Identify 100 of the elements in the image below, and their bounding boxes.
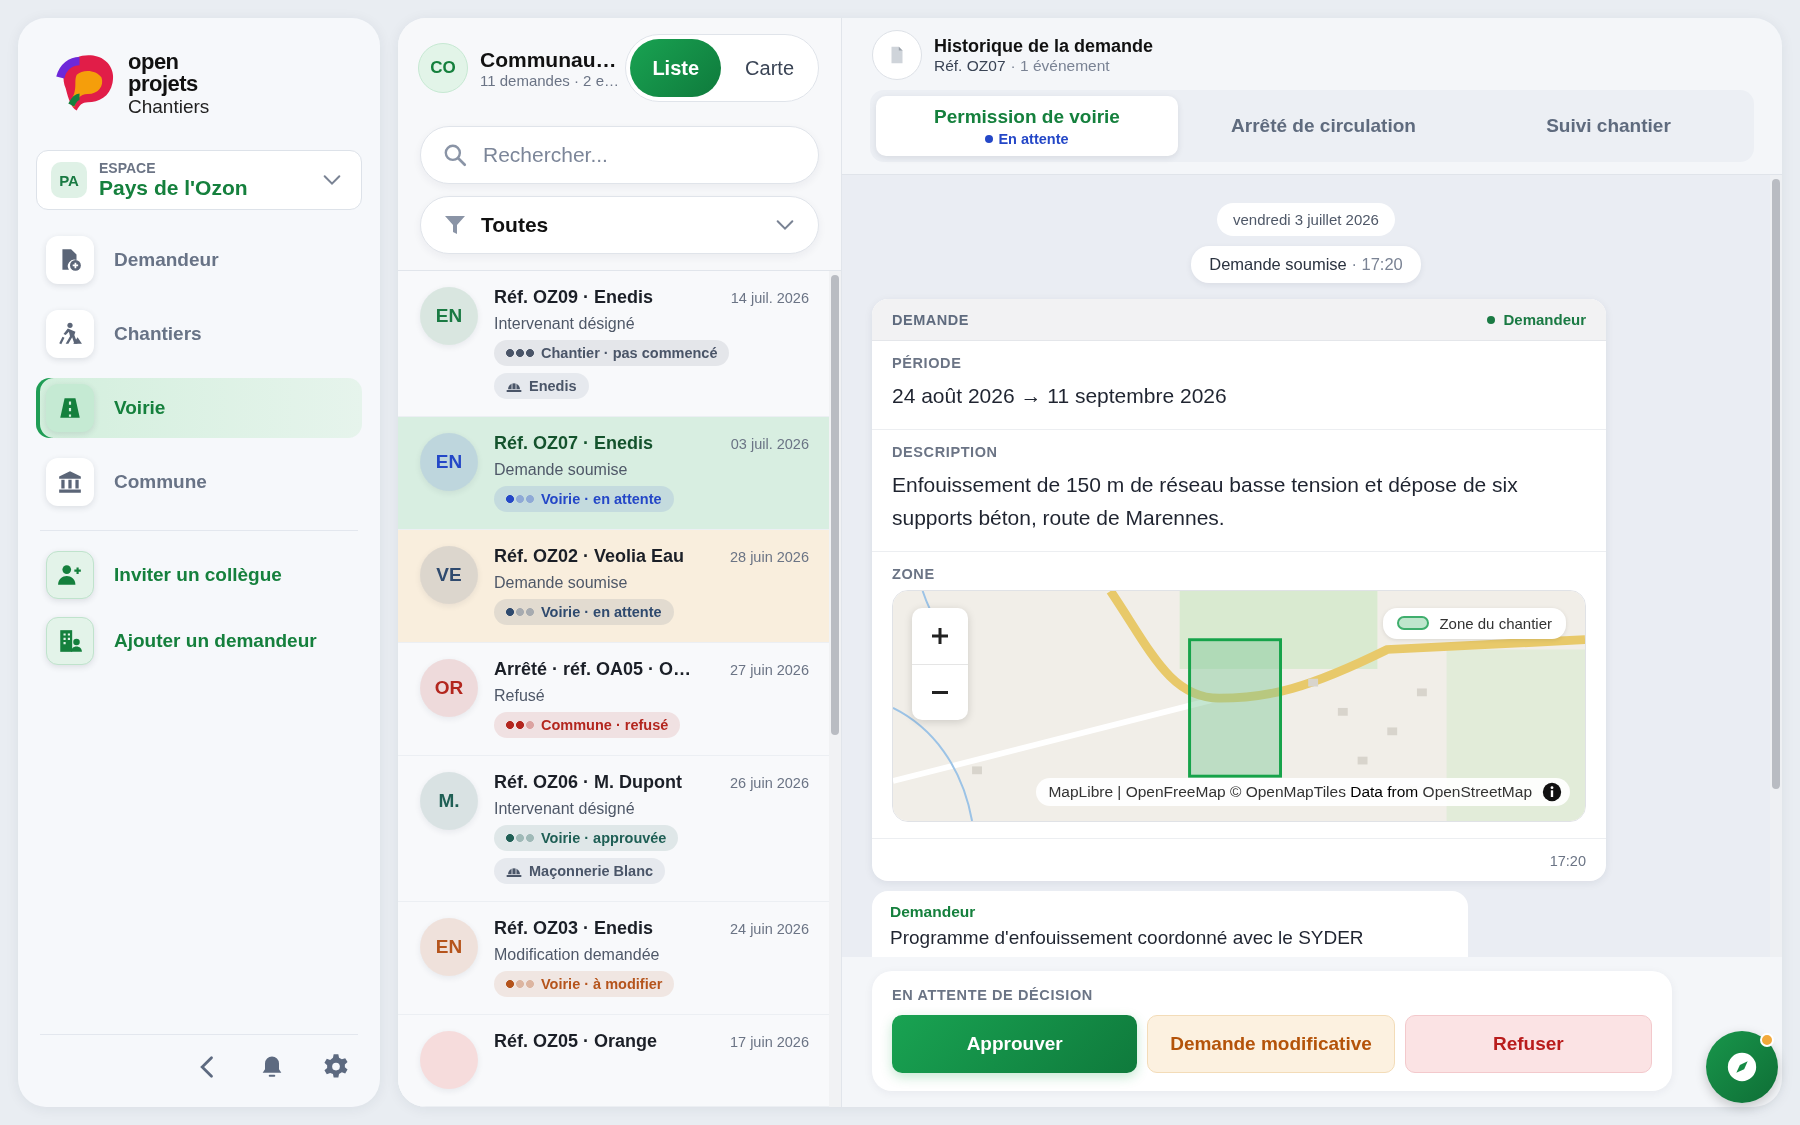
legend-label: Zone du chantier xyxy=(1439,614,1552,632)
request-date: 28 juin 2026 xyxy=(730,549,809,565)
tag-label: Maçonnerie Blanc xyxy=(529,863,654,879)
view-tab[interactable]: Carte xyxy=(725,39,814,97)
field-label: ZONE xyxy=(892,565,936,582)
request-reference: Réf. OZ07 xyxy=(934,56,1006,75)
request-date: 17 juin 2026 xyxy=(730,1034,809,1050)
view-tab[interactable]: Liste xyxy=(630,39,722,97)
minus-icon xyxy=(931,690,949,694)
scrollbar-thumb[interactable] xyxy=(831,275,839,735)
logo-text: open xyxy=(128,50,179,73)
request-title: Arrêté · réf. OA05 · O… xyxy=(494,659,692,680)
approve-button[interactable]: Approuver xyxy=(892,1015,1138,1073)
tag-label: Enedis xyxy=(529,378,577,394)
nav-item[interactable]: Chantiers xyxy=(36,304,362,364)
request-date: 24 juin 2026 xyxy=(730,921,809,937)
filter-value: Toutes xyxy=(481,213,550,237)
tag-label: Voirie · en attente xyxy=(541,491,662,507)
card-heading: DEMANDE xyxy=(892,311,969,328)
request-status: Intervenant désigné xyxy=(494,800,635,818)
tab[interactable]: Arrêté de circulation xyxy=(1184,96,1463,156)
request-changes-button[interactable]: Demande modificative xyxy=(1147,1015,1395,1073)
request-title: Réf. OZ09 · Enedis xyxy=(494,287,654,308)
tag-label: Chantier · pas commencé xyxy=(541,345,718,361)
request-title: Réf. OZ03 · Enedis xyxy=(494,918,654,939)
avatar: VE xyxy=(420,546,478,604)
worker-icon xyxy=(57,321,83,347)
action-link[interactable]: Ajouter un demandeur xyxy=(36,615,362,667)
field-label: DESCRIPTION xyxy=(892,443,999,460)
workspace-label: ESPACE xyxy=(99,160,157,176)
compass-icon xyxy=(1725,1050,1759,1084)
request-status: Demande soumise xyxy=(494,574,628,592)
avatar: OR xyxy=(420,659,478,717)
tab-label: Arrêté de circulation xyxy=(1231,115,1416,137)
road-icon xyxy=(57,395,83,421)
tag-label: Commune · refusé xyxy=(541,717,669,733)
author-label: Demandeur xyxy=(1487,311,1586,328)
event-time: · 17:20 xyxy=(1350,255,1403,273)
refuse-button[interactable]: Refuser xyxy=(1404,1015,1652,1073)
user-plus-icon xyxy=(57,562,83,588)
event-count: · 1 événement xyxy=(1010,56,1110,75)
group-title: Communau… xyxy=(480,47,614,72)
tag-label: Voirie · approuvée xyxy=(541,830,667,846)
request-date: 26 juin 2026 xyxy=(730,775,809,791)
avatar xyxy=(420,1031,478,1089)
date-chip: vendredi 3 juillet 2026 xyxy=(1217,203,1395,236)
plus-icon xyxy=(931,626,949,645)
request-date: 27 juin 2026 xyxy=(730,662,809,678)
request-status: Demande soumise xyxy=(494,461,628,479)
decision-label: EN ATTENTE DE DÉCISION xyxy=(892,987,1094,1003)
workspace-avatar: PA xyxy=(51,162,87,198)
info-icon xyxy=(1542,781,1562,802)
tab[interactable]: Permission de voirie En attente xyxy=(876,96,1178,156)
building-person-icon xyxy=(57,628,83,654)
tag-label: Voirie · en attente xyxy=(541,604,662,620)
request-date: 14 juil. 2026 xyxy=(730,290,809,306)
app-subtitle: Chantiers xyxy=(128,96,210,116)
avatar: EN xyxy=(420,287,478,345)
scrollbar-thumb[interactable] xyxy=(1772,179,1780,789)
workspace-name: Pays de l'Ozon xyxy=(99,176,249,200)
group-avatar: CO xyxy=(418,43,468,93)
request-row[interactable]: VE Réf. OZ02 · Veolia Eau 28 juin 2026 Demande soumise Voirie · en attente xyxy=(398,530,829,643)
logo-text: projets xyxy=(128,72,199,95)
bank-icon xyxy=(57,469,83,495)
request-status: Modification demandée xyxy=(494,946,660,964)
request-row[interactable]: EN Réf. OZ07 · Enedis 03 juil. 2026 Demande soumise Voirie · en attente xyxy=(398,417,829,530)
field-label: PÉRIODE xyxy=(892,355,963,371)
settings-button[interactable] xyxy=(322,1053,350,1081)
avatar: EN xyxy=(420,918,478,976)
panel-title: Historique de la demande xyxy=(934,35,1154,57)
tab-label: Permission de voirie xyxy=(934,105,1120,128)
map-attribution: MapLibre | OpenFreeMap © OpenMapTiles Data from OpenStreetMap xyxy=(1048,782,1532,801)
request-status: Intervenant désigné xyxy=(494,315,635,333)
filter-dropdown[interactable]: Toutes xyxy=(420,196,819,254)
request-title: Réf. OZ05 · Orange xyxy=(494,1031,658,1052)
tab[interactable]: Suivi chantier xyxy=(1469,96,1748,156)
settings-icon xyxy=(322,1053,350,1081)
action-link[interactable]: Inviter un collègue xyxy=(36,549,362,601)
search-field[interactable]: Rechercher... xyxy=(420,126,819,184)
filter-icon xyxy=(443,213,467,237)
field-value: Enfouissement de 150 m de réseau basse tension et dépose de six supports béton, route de Marennes. xyxy=(892,471,1519,532)
avatar: EN xyxy=(420,433,478,491)
nav-item[interactable]: Voirie xyxy=(36,378,362,438)
event-label: Demande soumise xyxy=(1209,255,1347,273)
tab-label: Suivi chantier xyxy=(1546,115,1671,137)
avatar: M. xyxy=(420,772,478,830)
tag-label: Voirie · à modifier xyxy=(541,976,663,992)
legend-swatch-icon xyxy=(1397,616,1430,631)
nav-item[interactable]: Demandeur xyxy=(36,230,362,290)
nav-item[interactable]: Commune xyxy=(36,452,362,512)
request-title: Réf. OZ02 · Veolia Eau xyxy=(494,546,685,567)
workspace-selector[interactable]: PA ESPACE Pays de l'Ozon xyxy=(36,150,362,210)
tab-status: En attente xyxy=(985,130,1069,147)
request-title: Réf. OZ06 · M. Dupont xyxy=(494,772,682,793)
field-value: 24 août 2026 → 11 septembre 2026 xyxy=(892,383,1228,409)
request-date: 03 juil. 2026 xyxy=(730,436,809,452)
search-icon xyxy=(442,142,468,168)
message-text: Programme d'enfouissement coordonné avec le SYDER xyxy=(890,926,1365,949)
message-author: Demandeur xyxy=(890,902,977,921)
message-time: 17:20 xyxy=(1549,852,1586,869)
